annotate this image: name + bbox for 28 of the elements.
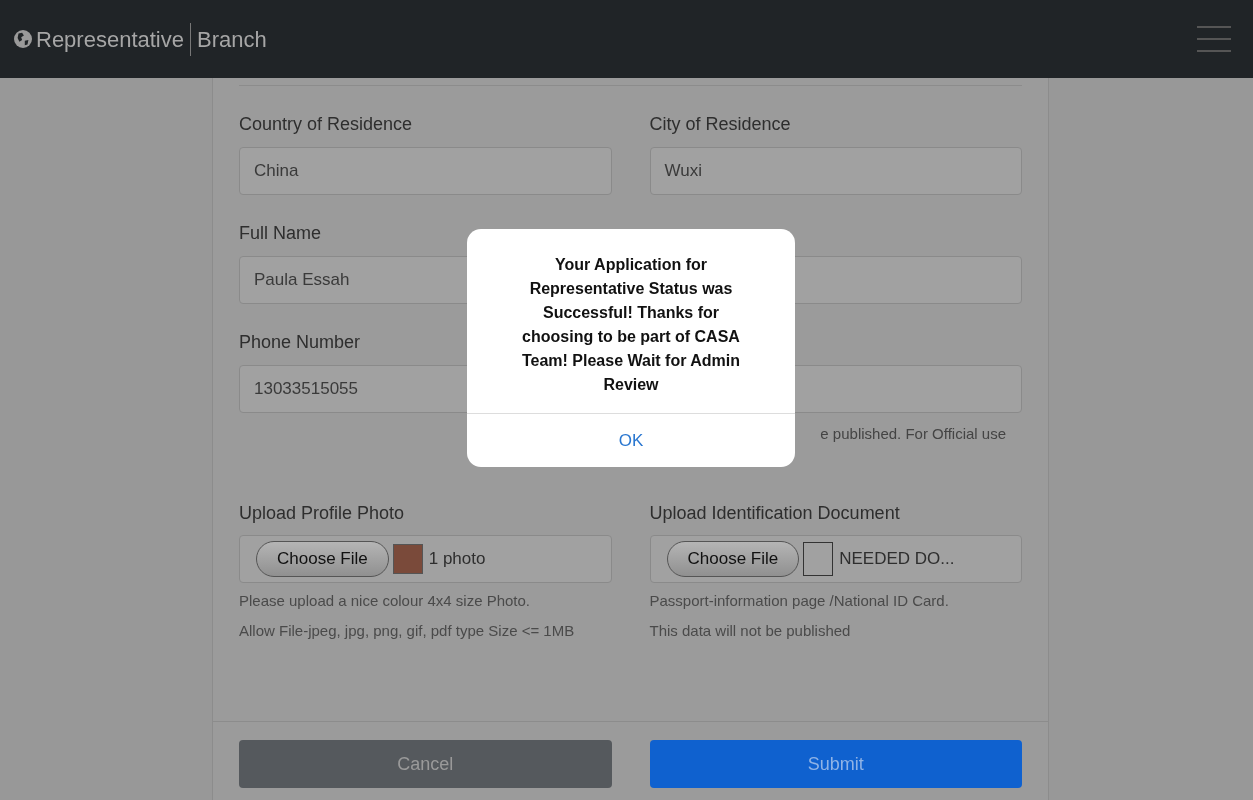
file-name: 1 photo bbox=[428, 547, 486, 570]
field-label: Phone Number bbox=[239, 333, 361, 351]
menu-icon[interactable] bbox=[1197, 25, 1231, 53]
file-input[interactable]: Choose File NEEDED DO... bbox=[649, 534, 1022, 583]
brand-title: Representative bbox=[36, 22, 191, 56]
globe-icon bbox=[14, 30, 32, 48]
help-text: Allow File-jpeg, jpg, png, gif, pdf type Size <= 1MB bbox=[239, 620, 576, 641]
field-label: Upload Profile Photo bbox=[239, 503, 406, 522]
help-text: Please upload a nice colour 4x4 size Photo. bbox=[239, 590, 532, 611]
file-name: NEEDED DO... bbox=[839, 547, 955, 570]
help-text: e published. For Official use bbox=[820, 424, 1006, 444]
field-label: Country of Residence bbox=[239, 115, 413, 133]
cancel-button[interactable]: Cancel bbox=[239, 740, 612, 788]
photo-placeholder bbox=[392, 543, 423, 574]
field-label: Full Name bbox=[239, 224, 322, 242]
field-label: Upload Identification Document bbox=[649, 503, 901, 522]
choose-file-button[interactable]: Choose File bbox=[256, 540, 389, 577]
input-field[interactable]: Wuxi bbox=[649, 147, 1022, 195]
file-input[interactable]: Choose File 1 photo bbox=[239, 534, 612, 583]
input-field[interactable]: China bbox=[239, 147, 612, 195]
help-text: This data will not be published bbox=[649, 620, 852, 641]
brand-subtitle: Branch bbox=[196, 25, 267, 54]
submit-button[interactable]: Submit bbox=[649, 740, 1022, 788]
ok-button[interactable]: OK bbox=[467, 413, 795, 467]
choose-file-button[interactable]: Choose File bbox=[666, 540, 800, 577]
help-text: Passport-information page /National ID Card. bbox=[649, 590, 950, 611]
thumbnail-frame bbox=[803, 541, 834, 576]
field-label: City of Residence bbox=[649, 115, 791, 133]
